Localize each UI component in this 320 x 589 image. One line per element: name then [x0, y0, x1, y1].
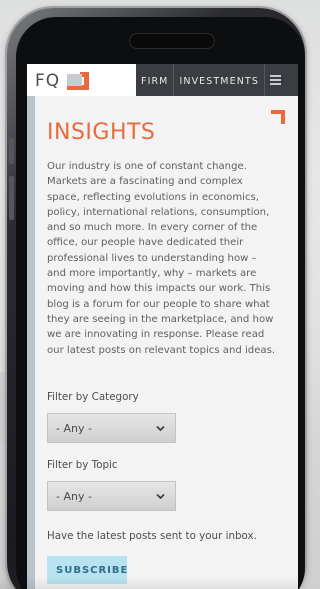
subscribe-prompt: Have the latest posts sent to your inbox…	[47, 530, 257, 542]
phone-side-button	[9, 176, 14, 220]
intro-line: Our industry is one of constant change.	[47, 161, 247, 172]
site-header: FQ FIRM INVESTMENTS	[27, 64, 298, 96]
subscribe-label: SUBSCRIBE	[56, 565, 129, 576]
intro-line: they are seeing in the marketplace, and …	[47, 313, 274, 325]
filter-topic-label: Filter by Topic	[47, 459, 118, 471]
page-title: INSIGHTS	[47, 120, 156, 145]
phone-speaker	[129, 33, 215, 49]
corner-accent-icon	[271, 110, 285, 124]
nav-item-firm[interactable]: FIRM	[136, 64, 175, 96]
filter-category-value: - Any -	[56, 422, 92, 435]
intro-line: we are innovating in response. Please re…	[47, 329, 265, 341]
intro-line: and more importantly, why – markets are	[47, 268, 257, 280]
intro-line: professional lives to understanding how …	[47, 252, 257, 264]
intro-line: blog is a forum for our people to share …	[47, 298, 270, 310]
phone-side-button	[9, 138, 14, 164]
intro-line: Markets are a fascinating and complex	[47, 176, 243, 188]
filter-category-select[interactable]: - Any -	[47, 413, 176, 443]
intro-line: space, reflecting evolutions in economic…	[47, 191, 259, 203]
bottom-shadow	[0, 577, 298, 589]
intro-line: policy, international relations, consump…	[47, 206, 270, 218]
intro-line: our latest posts on relevant topics and …	[47, 344, 276, 356]
intro-line: office, our people have dedicated their	[47, 237, 244, 249]
site-logo[interactable]: FQ	[35, 70, 91, 92]
intro-line: moving and how this impacts our work. Th…	[47, 283, 271, 295]
logo-text: FQ	[35, 71, 61, 91]
chevron-down-icon	[156, 493, 165, 500]
phone-screen: FQ FIRM INVESTMENTS INSIGHTS Our industr…	[27, 64, 298, 589]
insights-content: INSIGHTS Our industry is one of constant…	[27, 96, 298, 589]
chevron-down-icon	[156, 425, 165, 432]
intro-line: and so much more. In every corner of the	[47, 222, 258, 234]
intro-paragraph: Our industry is one of constant change. …	[47, 159, 287, 358]
nav-item-investments[interactable]: INVESTMENTS	[174, 64, 265, 96]
logo-mark-icon	[67, 72, 89, 90]
filter-category-label: Filter by Category	[47, 391, 139, 403]
filter-topic-value: - Any -	[56, 490, 92, 503]
hamburger-menu-icon[interactable]	[265, 64, 287, 96]
main-nav: FIRM INVESTMENTS	[136, 64, 298, 96]
filter-topic-select[interactable]: - Any -	[47, 481, 176, 511]
